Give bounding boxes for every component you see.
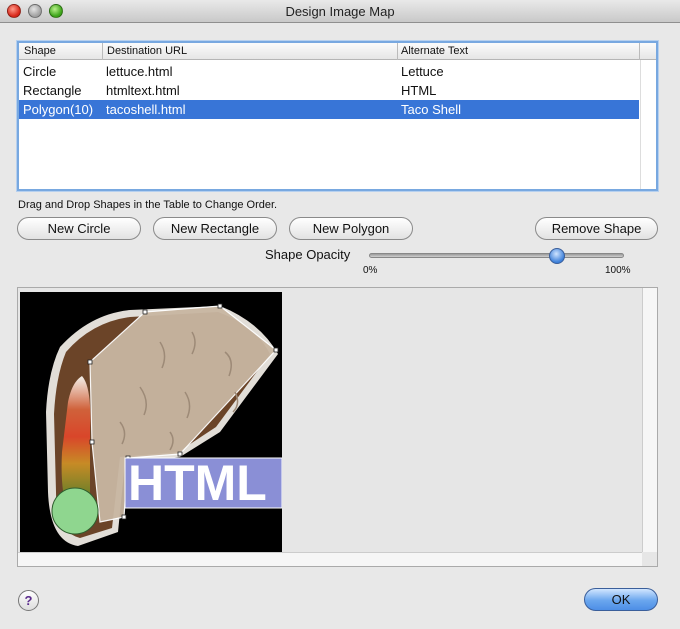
table-header: Shape Destination URL Alternate Text (19, 43, 656, 60)
remove-shape-button[interactable]: Remove Shape (535, 217, 658, 240)
cell-alt-text: Lettuce (401, 64, 444, 79)
image-html-text: HTML (128, 455, 267, 511)
column-header-destination-url[interactable]: Destination URL (107, 45, 187, 57)
slider-knob[interactable] (549, 248, 566, 264)
cell-alt-text: HTML (401, 83, 437, 98)
table-scrollbar[interactable] (640, 60, 656, 189)
cell-url: tacoshell.html (106, 102, 186, 117)
table-row[interactable]: Rectangle htmltext.html HTML (19, 81, 639, 100)
window-title: Design Image Map (285, 4, 395, 19)
cell-url: lettuce.html (106, 64, 173, 79)
cell-alt-text: Taco Shell (401, 102, 461, 117)
cell-shape: Circle (23, 64, 57, 79)
shapes-table[interactable]: Shape Destination URL Alternate Text Cir… (17, 41, 658, 191)
new-polygon-button[interactable]: New Polygon (289, 217, 413, 240)
slider-min-label: 0% (363, 265, 378, 276)
column-divider (639, 43, 640, 60)
cell-shape: Polygon(10) (23, 102, 94, 117)
shape-opacity-label: Shape Opacity (265, 247, 351, 262)
table-row[interactable]: Circle lettuce.html Lettuce (19, 62, 639, 81)
help-button[interactable]: ? (18, 590, 39, 611)
column-divider (397, 43, 398, 60)
ok-button[interactable]: OK (584, 588, 658, 611)
column-header-shape[interactable]: Shape (24, 45, 56, 57)
column-divider (102, 43, 103, 60)
slider-max-label: 100% (605, 265, 631, 276)
window-titlebar: Design Image Map (0, 0, 680, 23)
circle-overlay[interactable] (51, 487, 99, 535)
column-header-alternate-text[interactable]: Alternate Text (401, 45, 468, 57)
cell-url: htmltext.html (106, 83, 180, 98)
canvas-vertical-scrollbar[interactable] (642, 288, 657, 552)
drag-drop-hint: Drag and Drop Shapes in the Table to Cha… (18, 199, 278, 211)
table-row-selected[interactable]: Polygon(10) tacoshell.html Taco Shell (19, 100, 639, 119)
cell-shape: Rectangle (23, 83, 82, 98)
image-canvas[interactable]: HTML (17, 287, 658, 567)
new-circle-button[interactable]: New Circle (17, 217, 141, 240)
canvas-horizontal-scrollbar[interactable] (18, 552, 642, 566)
image-map-preview: HTML (46, 303, 282, 546)
taco-image[interactable]: HTML (20, 292, 282, 552)
new-rectangle-button[interactable]: New Rectangle (153, 217, 277, 240)
shape-opacity-slider[interactable] (369, 253, 624, 258)
